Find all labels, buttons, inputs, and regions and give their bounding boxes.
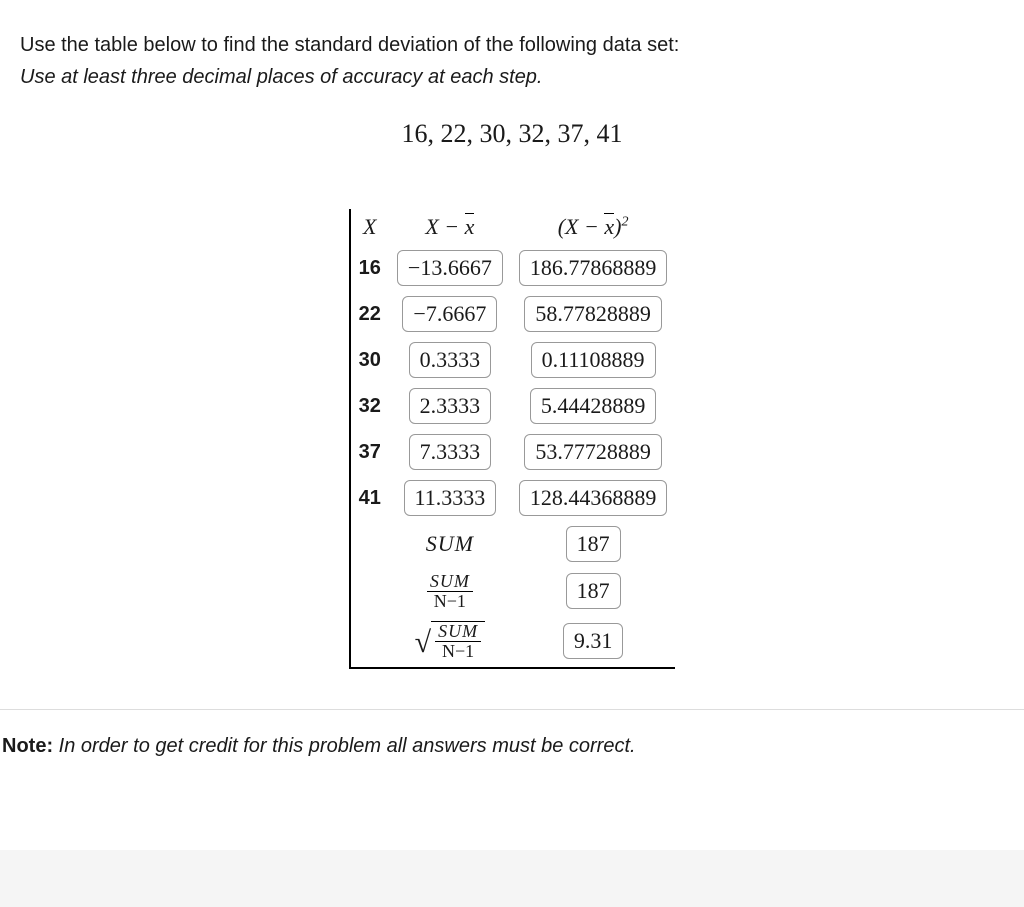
deviation-input[interactable]: −13.6667 [397,250,503,286]
x-value: 16 [350,245,389,291]
instructions-text: Use the table below to find the standard… [20,30,1004,60]
squared-deviation-input[interactable]: 5.44428889 [530,388,657,424]
standard-deviation-table: X X − x (X − x)2 16−13.6667 186.77868889 2… [349,209,676,669]
squared-deviation-input[interactable]: 58.77828889 [524,296,662,332]
dataset-values: 16, 22, 30, 32, 37, 41 [20,119,1004,149]
variance-input[interactable]: 187 [566,573,621,609]
sqrt-sum-over-n-minus-1-label: √ SUMN−1 [389,616,511,668]
sum-input[interactable]: 187 [566,526,621,562]
x-value: 32 [350,383,389,429]
x-value: 22 [350,291,389,337]
x-value: 37 [350,429,389,475]
squared-deviation-input[interactable]: 0.11108889 [531,342,656,378]
deviation-input[interactable]: 2.3333 [409,388,492,424]
deviation-input[interactable]: 0.3333 [409,342,492,378]
deviation-input[interactable]: 7.3333 [409,434,492,470]
x-value: 30 [350,337,389,383]
stddev-input[interactable]: 9.31 [563,623,624,659]
sum-label: SUM [389,521,511,567]
header-x-minus-xbar-sq: (X − x)2 [511,209,676,245]
note-text: Note: In order to get credit for this pr… [2,735,1004,758]
sub-instructions-text: Use at least three decimal places of acc… [20,66,1004,89]
squared-deviation-input[interactable]: 128.44368889 [519,480,668,516]
squared-deviation-input[interactable]: 53.77728889 [524,434,662,470]
header-x-minus-xbar: X − x [389,209,511,245]
x-value: 41 [350,475,389,521]
deviation-input[interactable]: −7.6667 [402,296,497,332]
divider [0,709,1024,710]
deviation-input[interactable]: 11.3333 [404,480,497,516]
header-x: X [350,209,389,245]
sum-over-n-minus-1-label: SUMN−1 [389,567,511,616]
squared-deviation-input[interactable]: 186.77868889 [519,250,668,286]
